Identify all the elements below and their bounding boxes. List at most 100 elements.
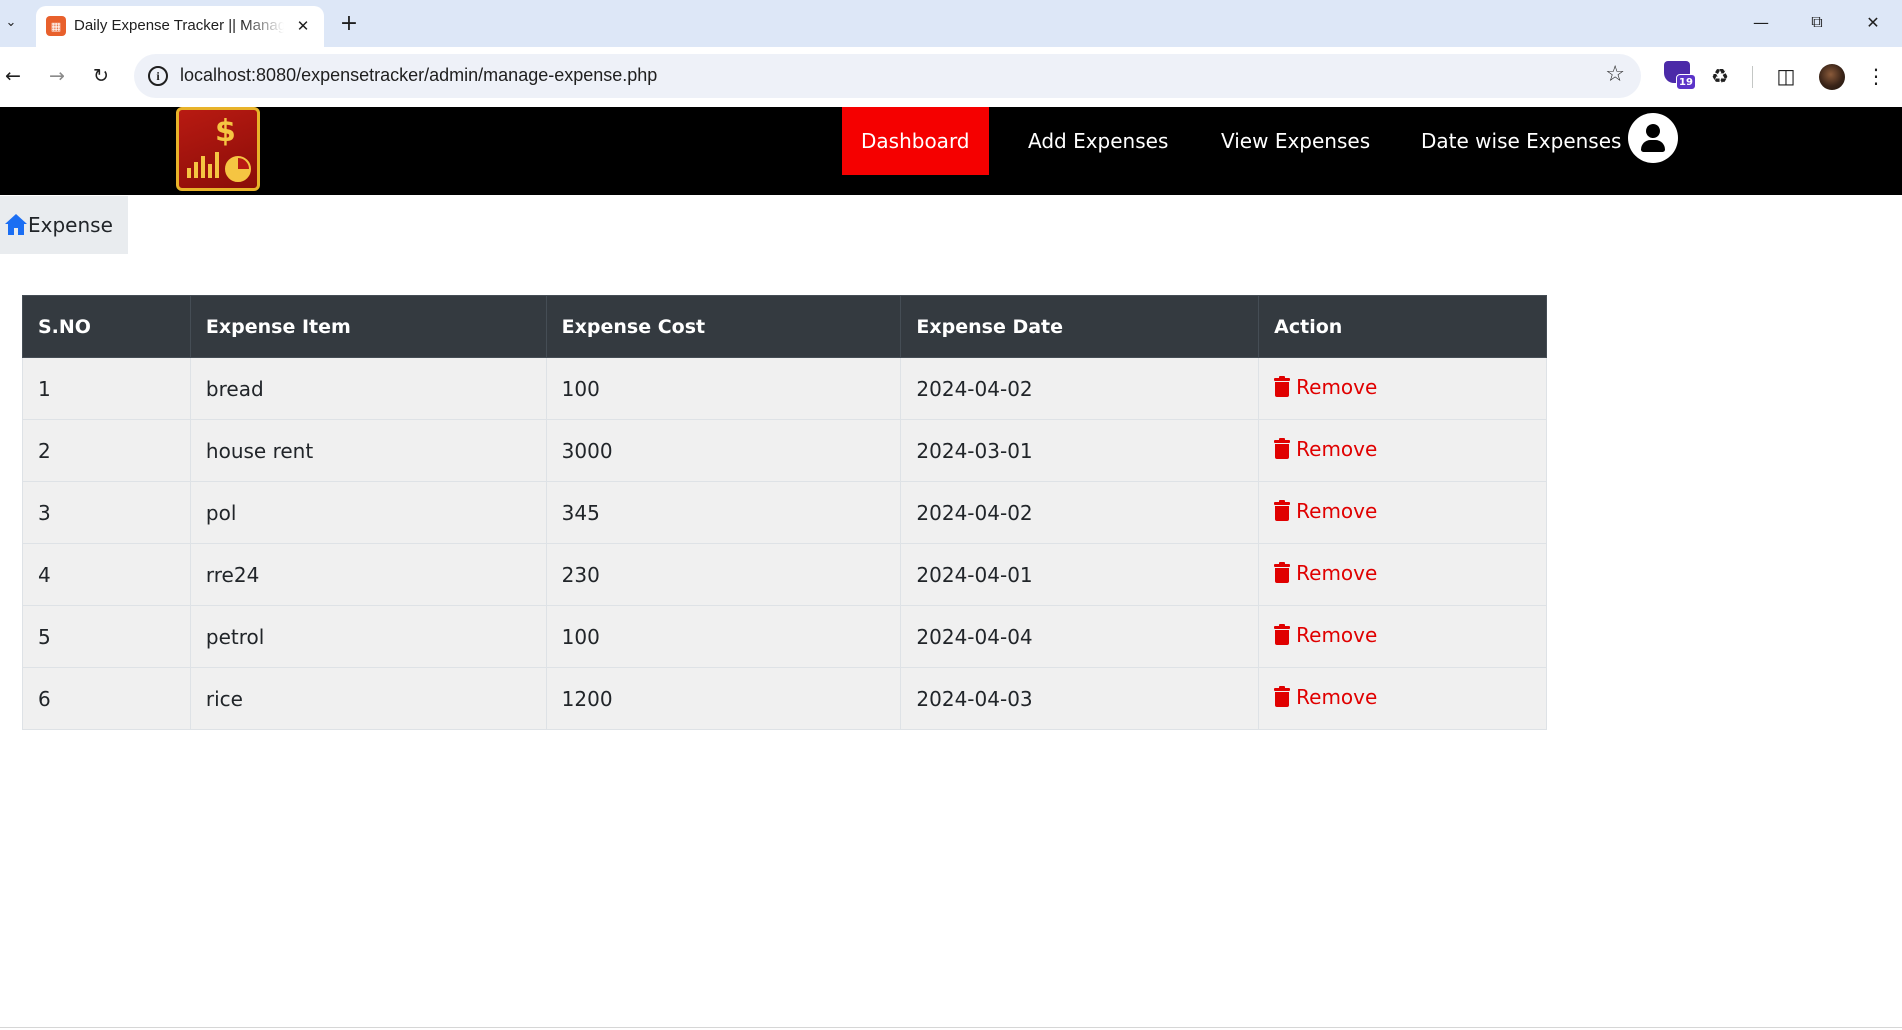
expense-table: S.NO Expense Item Expense Cost Expense D… — [22, 295, 1547, 730]
trash-icon — [1274, 686, 1291, 707]
breadcrumb[interactable]: Expense — [0, 196, 128, 254]
info-icon[interactable]: i — [148, 66, 168, 86]
remove-button[interactable]: Remove — [1274, 437, 1377, 461]
table-row: 3 pol 345 2024-04-02 Remove — [22, 481, 1547, 544]
cell-expense-item: bread — [189, 357, 547, 420]
trash-icon — [1274, 500, 1291, 521]
header-action: Action — [1258, 295, 1547, 358]
header-expense-cost: Expense Cost — [545, 295, 902, 358]
side-panel-icon[interactable]: ◫ — [1772, 62, 1800, 90]
star-icon[interactable]: ☆ — [1605, 62, 1625, 87]
breadcrumb-label: Expense — [28, 213, 113, 237]
toolbar-divider — [1752, 66, 1753, 88]
table-row: 4 rre24 230 2024-04-01 Remove — [22, 543, 1547, 606]
site-navbar: $ Dashboard Add Expenses View Expenses D… — [0, 107, 1902, 195]
cell-expense-date: 2024-03-01 — [900, 419, 1260, 482]
nav-dashboard[interactable]: Dashboard — [842, 107, 989, 175]
cell-expense-item: petrol — [189, 605, 547, 668]
remove-label: Remove — [1296, 375, 1378, 399]
cell-expense-cost: 1200 — [545, 667, 902, 730]
close-icon[interactable]: ✕ — [292, 15, 314, 37]
user-icon[interactable] — [1628, 113, 1678, 163]
cell-sno: 3 — [22, 481, 191, 544]
forward-icon[interactable]: → — [44, 63, 70, 89]
tab-list-icon[interactable]: ⌄ — [2, 12, 20, 32]
header-expense-date: Expense Date — [900, 295, 1260, 358]
user-head-shape — [1646, 124, 1660, 138]
cell-action: Remove — [1258, 481, 1547, 544]
nav-view-expenses[interactable]: View Expenses — [1202, 107, 1389, 175]
nav-date-wise-expenses[interactable]: Date wise Expenses — [1402, 107, 1640, 175]
extension-badge-icon[interactable]: 19 — [1664, 61, 1696, 91]
profile-avatar[interactable] — [1819, 64, 1845, 90]
remove-label: Remove — [1296, 437, 1378, 461]
cell-expense-cost: 3000 — [545, 419, 902, 482]
table-body: 1 bread 100 2024-04-02 Remove 2 house rent 3000… — [22, 357, 1547, 730]
cell-expense-date: 2024-04-03 — [900, 667, 1260, 730]
cell-sno: 1 — [22, 357, 191, 420]
cell-expense-date: 2024-04-04 — [900, 605, 1260, 668]
cell-expense-date: 2024-04-02 — [900, 481, 1260, 544]
trash-icon — [1274, 438, 1291, 459]
cell-action: Remove — [1258, 667, 1547, 730]
dollar-icon: $ — [215, 114, 236, 149]
header-sno: S.NO — [22, 295, 191, 358]
cell-expense-date: 2024-04-01 — [900, 543, 1260, 606]
address-bar[interactable]: i localhost:8080/expensetracker/admin/ma… — [134, 54, 1641, 98]
trash-icon — [1274, 624, 1291, 645]
cell-expense-date: 2024-04-02 — [900, 357, 1260, 420]
remove-button[interactable]: Remove — [1274, 685, 1377, 709]
trash-icon — [1274, 562, 1291, 583]
cell-sno: 2 — [22, 419, 191, 482]
browser-tab-strip: ⌄ ▦ Daily Expense Tracker || Manage Expe… — [0, 0, 1902, 47]
table-row: 6 rice 1200 2024-04-03 Remove — [22, 667, 1547, 730]
cell-sno: 5 — [22, 605, 191, 668]
plus-icon[interactable]: + — [336, 10, 362, 36]
cell-expense-item: rice — [189, 667, 547, 730]
extension-badge-count: 19 — [1676, 74, 1696, 90]
cell-expense-cost: 345 — [545, 481, 902, 544]
browser-toolbar: ← → ↻ i localhost:8080/expensetracker/ad… — [0, 47, 1902, 107]
cell-action: Remove — [1258, 357, 1547, 420]
remove-button[interactable]: Remove — [1274, 623, 1377, 647]
cell-action: Remove — [1258, 543, 1547, 606]
remove-button[interactable]: Remove — [1274, 499, 1377, 523]
cell-expense-item: pol — [189, 481, 547, 544]
bar-chart-icon — [187, 148, 221, 178]
favicon-icon: ▦ — [46, 16, 66, 36]
header-expense-item: Expense Item — [189, 295, 547, 358]
remove-button[interactable]: Remove — [1274, 561, 1377, 585]
remove-label: Remove — [1296, 499, 1378, 523]
url-text[interactable]: localhost:8080/expensetracker/admin/mana… — [180, 65, 657, 86]
home-icon — [5, 214, 27, 236]
window-close-icon[interactable]: ✕ — [1858, 10, 1888, 34]
user-body-shape — [1641, 140, 1665, 152]
tab-title: Daily Expense Tracker || Manage Expense — [74, 17, 284, 34]
more-icon[interactable]: ⋮ — [1862, 62, 1890, 90]
table-row: 2 house rent 3000 2024-03-01 Remove — [22, 419, 1547, 482]
reload-icon[interactable]: ↻ — [88, 63, 114, 89]
cell-sno: 4 — [22, 543, 191, 606]
nav-add-expenses[interactable]: Add Expenses — [1009, 107, 1187, 175]
expense-tracker-logo[interactable]: $ — [176, 107, 260, 191]
page-bottom-divider — [0, 1027, 1902, 1028]
cell-expense-cost: 230 — [545, 543, 902, 606]
browser-tab[interactable]: ▦ Daily Expense Tracker || Manage Expens… — [36, 6, 324, 47]
cell-sno: 6 — [22, 667, 191, 730]
cell-expense-item: rre24 — [189, 543, 547, 606]
restore-icon[interactable]: ⧉ — [1802, 10, 1832, 34]
cell-action: Remove — [1258, 605, 1547, 668]
table-row: 1 bread 100 2024-04-02 Remove — [22, 357, 1547, 420]
remove-label: Remove — [1296, 623, 1378, 647]
remove-label: Remove — [1296, 561, 1378, 585]
extensions-icon[interactable]: ♻ — [1706, 62, 1734, 90]
minimize-icon[interactable]: — — [1746, 10, 1776, 34]
pie-chart-icon — [225, 156, 251, 182]
cell-expense-item: house rent — [189, 419, 547, 482]
cell-expense-cost: 100 — [545, 605, 902, 668]
remove-button[interactable]: Remove — [1274, 375, 1377, 399]
back-icon[interactable]: ← — [0, 63, 26, 89]
trash-icon — [1274, 376, 1291, 397]
cell-expense-cost: 100 — [545, 357, 902, 420]
table-header-row: S.NO Expense Item Expense Cost Expense D… — [22, 295, 1547, 358]
